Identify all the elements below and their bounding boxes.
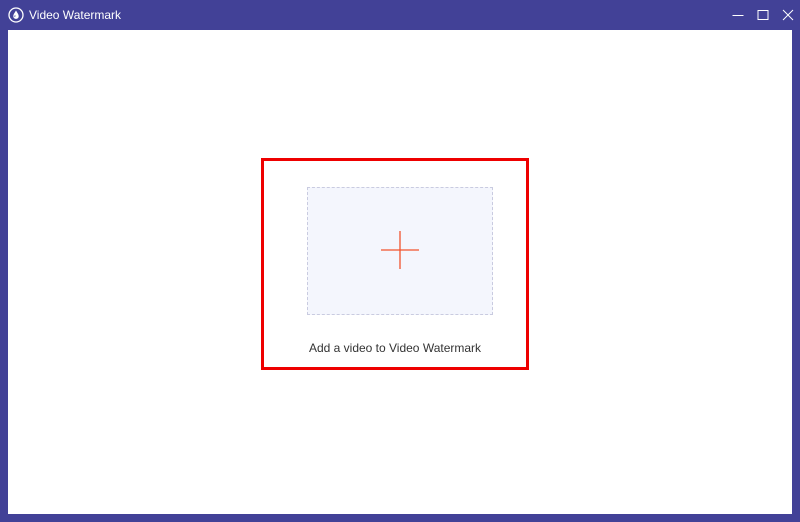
minimize-button[interactable] (725, 0, 750, 30)
maximize-icon (757, 10, 768, 20)
main-content: Add a video to Video Watermark (8, 30, 792, 514)
window-controls (725, 0, 800, 30)
maximize-button[interactable] (750, 0, 775, 30)
water-drop-icon (8, 7, 24, 23)
add-video-label: Add a video to Video Watermark (308, 341, 482, 355)
close-button[interactable] (775, 0, 800, 30)
plus-icon (381, 231, 419, 269)
app-window: Video Watermark Add a video to Video Wat… (0, 0, 800, 522)
window-title: Video Watermark (29, 8, 122, 22)
close-icon (782, 9, 793, 21)
add-video-drop-zone[interactable] (307, 187, 493, 315)
minimize-icon (732, 15, 743, 16)
add-video-highlight: Add a video to Video Watermark (261, 158, 529, 370)
title-bar[interactable]: Video Watermark (0, 0, 800, 30)
